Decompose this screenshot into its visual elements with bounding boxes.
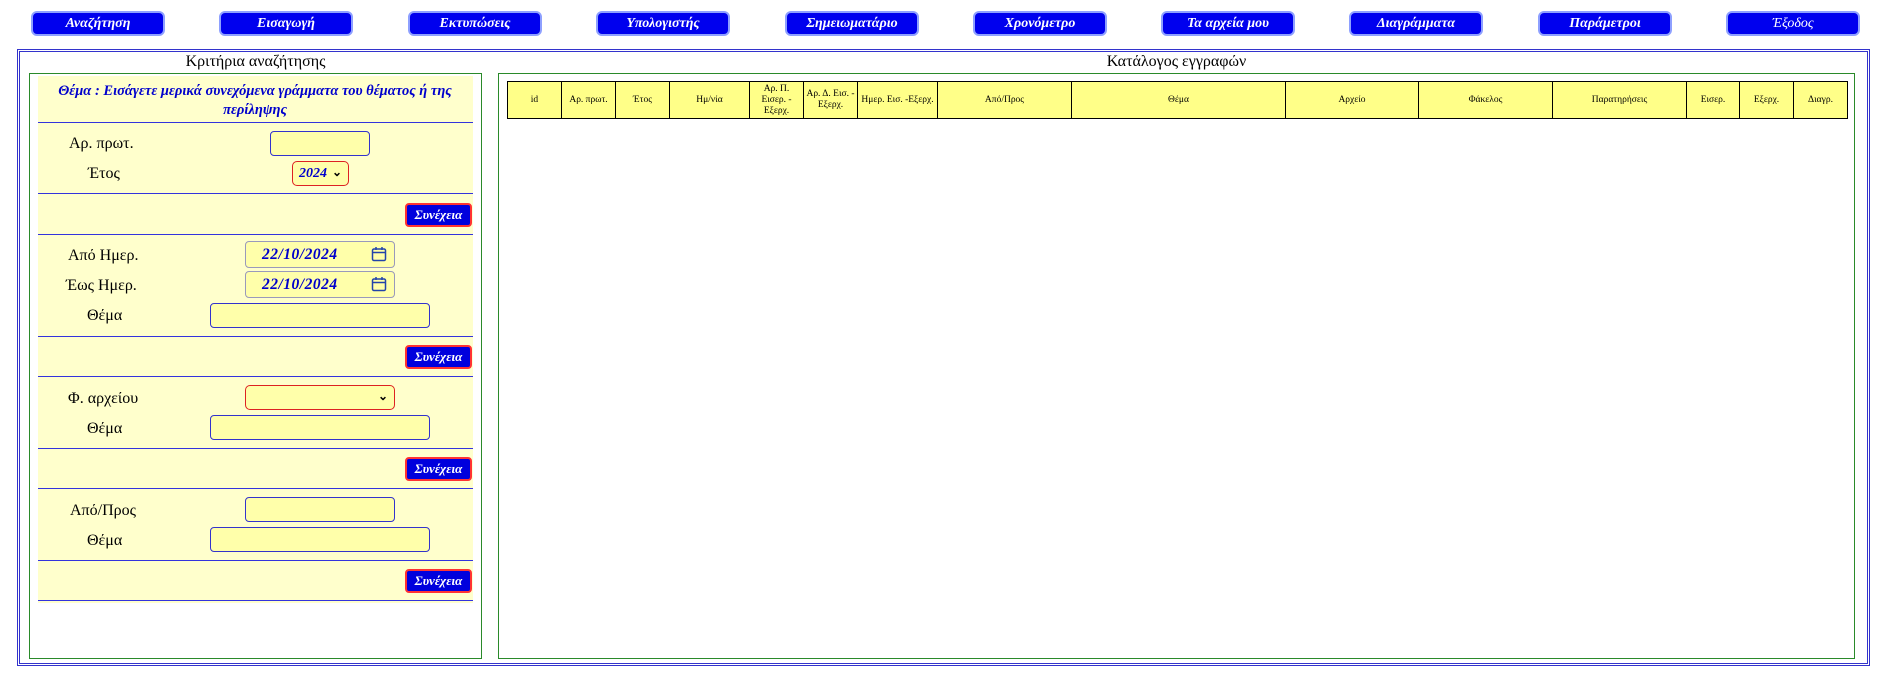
from-to-label: Από/Προς	[70, 502, 136, 519]
menu-charts-button[interactable]: Διαγράμματα	[1349, 11, 1483, 36]
divider	[38, 488, 473, 489]
divider	[38, 448, 473, 449]
from-date-value: 22/10/2024	[262, 245, 338, 263]
from-date-input[interactable]: 22/10/2024	[245, 241, 395, 268]
column-header-from-to[interactable]: Από/Προς	[938, 82, 1072, 118]
column-header-outgoing[interactable]: Εξερχ.	[1740, 82, 1794, 118]
menu-exit-button[interactable]: Έξοδος	[1726, 11, 1860, 36]
continue-button-2[interactable]: Συνέχεια	[405, 345, 472, 369]
continue-button-4[interactable]: Συνέχεια	[405, 569, 472, 593]
calendar-icon[interactable]	[371, 276, 387, 292]
year-select[interactable]: 2024 ⌄	[292, 161, 349, 186]
calendar-icon[interactable]	[371, 246, 387, 262]
column-header-in-out-protocol[interactable]: Αρ. Π. Εισερ. - Εξερχ.	[750, 82, 804, 118]
divider	[38, 560, 473, 561]
protocol-number-input[interactable]	[270, 131, 370, 156]
chevron-down-icon: ⌄	[331, 165, 342, 179]
from-date-label: Από Ημερ.	[68, 247, 139, 264]
menu-calculator-button[interactable]: Υπολογιστής	[596, 11, 730, 36]
to-date-input[interactable]: 22/10/2024	[245, 271, 395, 298]
year-label: Έτος	[88, 165, 120, 182]
column-header-remarks[interactable]: Παρατηρήσεις	[1553, 82, 1687, 118]
continue-button-3[interactable]: Συνέχεια	[405, 457, 472, 481]
subject-label: Θέμα	[87, 307, 123, 324]
column-header-year[interactable]: Έτος	[616, 82, 670, 118]
divider	[38, 376, 473, 377]
column-header-date[interactable]: Ημ/νία	[670, 82, 750, 118]
column-header-in-out-date[interactable]: Ημερ. Εισ. -Εξερχ.	[858, 82, 938, 118]
menu-search-button[interactable]: Αναζήτηση	[31, 11, 165, 36]
divider	[38, 234, 473, 235]
subject-input-date-section[interactable]	[210, 303, 430, 328]
column-header-delete[interactable]: Διαγρ.	[1794, 82, 1847, 118]
subject-hint-text: Θέμα : Εισάγετε μερικά συνεχόμενα γράμμα…	[58, 83, 452, 118]
column-header-folder[interactable]: Φάκελος	[1419, 82, 1553, 118]
menu-prints-button[interactable]: Εκτυπώσεις	[408, 11, 542, 36]
menu-parameters-button[interactable]: Παράμετροι	[1538, 11, 1672, 36]
to-date-value: 22/10/2024	[262, 275, 338, 293]
divider	[38, 600, 473, 601]
subject-input-fromto-section[interactable]	[210, 527, 430, 552]
menu-notepad-button[interactable]: Σημειωματάριο	[785, 11, 919, 36]
file-folder-select[interactable]: ⌄	[245, 385, 395, 410]
column-header-id[interactable]: id	[508, 82, 562, 118]
menu-stopwatch-button[interactable]: Χρονόμετρο	[973, 11, 1107, 36]
column-header-in-out-number[interactable]: Αρ. Δ. Εισ. - Εξερχ.	[804, 82, 858, 118]
subject-label: Θέμα	[87, 532, 123, 549]
from-to-input[interactable]	[245, 497, 395, 522]
criteria-background	[38, 76, 473, 603]
protocol-number-label: Αρ. πρωτ.	[69, 135, 134, 152]
divider	[38, 193, 473, 194]
year-select-value: 2024	[299, 165, 327, 181]
left-panel-title: Κριτήρια αναζήτησης	[185, 53, 326, 70]
to-date-label: Έως Ημερ.	[66, 277, 137, 294]
records-table-header: id Αρ. πρωτ. Έτος Ημ/νία Αρ. Π. Εισερ. -…	[507, 81, 1848, 119]
menu-insert-button[interactable]: Εισαγωγή	[219, 11, 353, 36]
column-header-file[interactable]: Αρχείο	[1286, 82, 1419, 118]
column-header-subject[interactable]: Θέμα	[1072, 82, 1286, 118]
subject-input-folder-section[interactable]	[210, 415, 430, 440]
divider	[38, 122, 473, 123]
subject-label: Θέμα	[87, 420, 123, 437]
column-header-protocol[interactable]: Αρ. πρωτ.	[562, 82, 616, 118]
records-list-panel	[498, 73, 1855, 659]
divider	[38, 336, 473, 337]
column-header-incoming[interactable]: Εισερ.	[1687, 82, 1740, 118]
file-folder-label: Φ. αρχείου	[68, 390, 139, 407]
right-panel-title: Κατάλογος εγγραφών	[1106, 53, 1247, 70]
menu-my-files-button[interactable]: Τα αρχεία μου	[1161, 11, 1295, 36]
chevron-down-icon: ⌄	[377, 389, 388, 403]
continue-button-1[interactable]: Συνέχεια	[405, 203, 472, 227]
